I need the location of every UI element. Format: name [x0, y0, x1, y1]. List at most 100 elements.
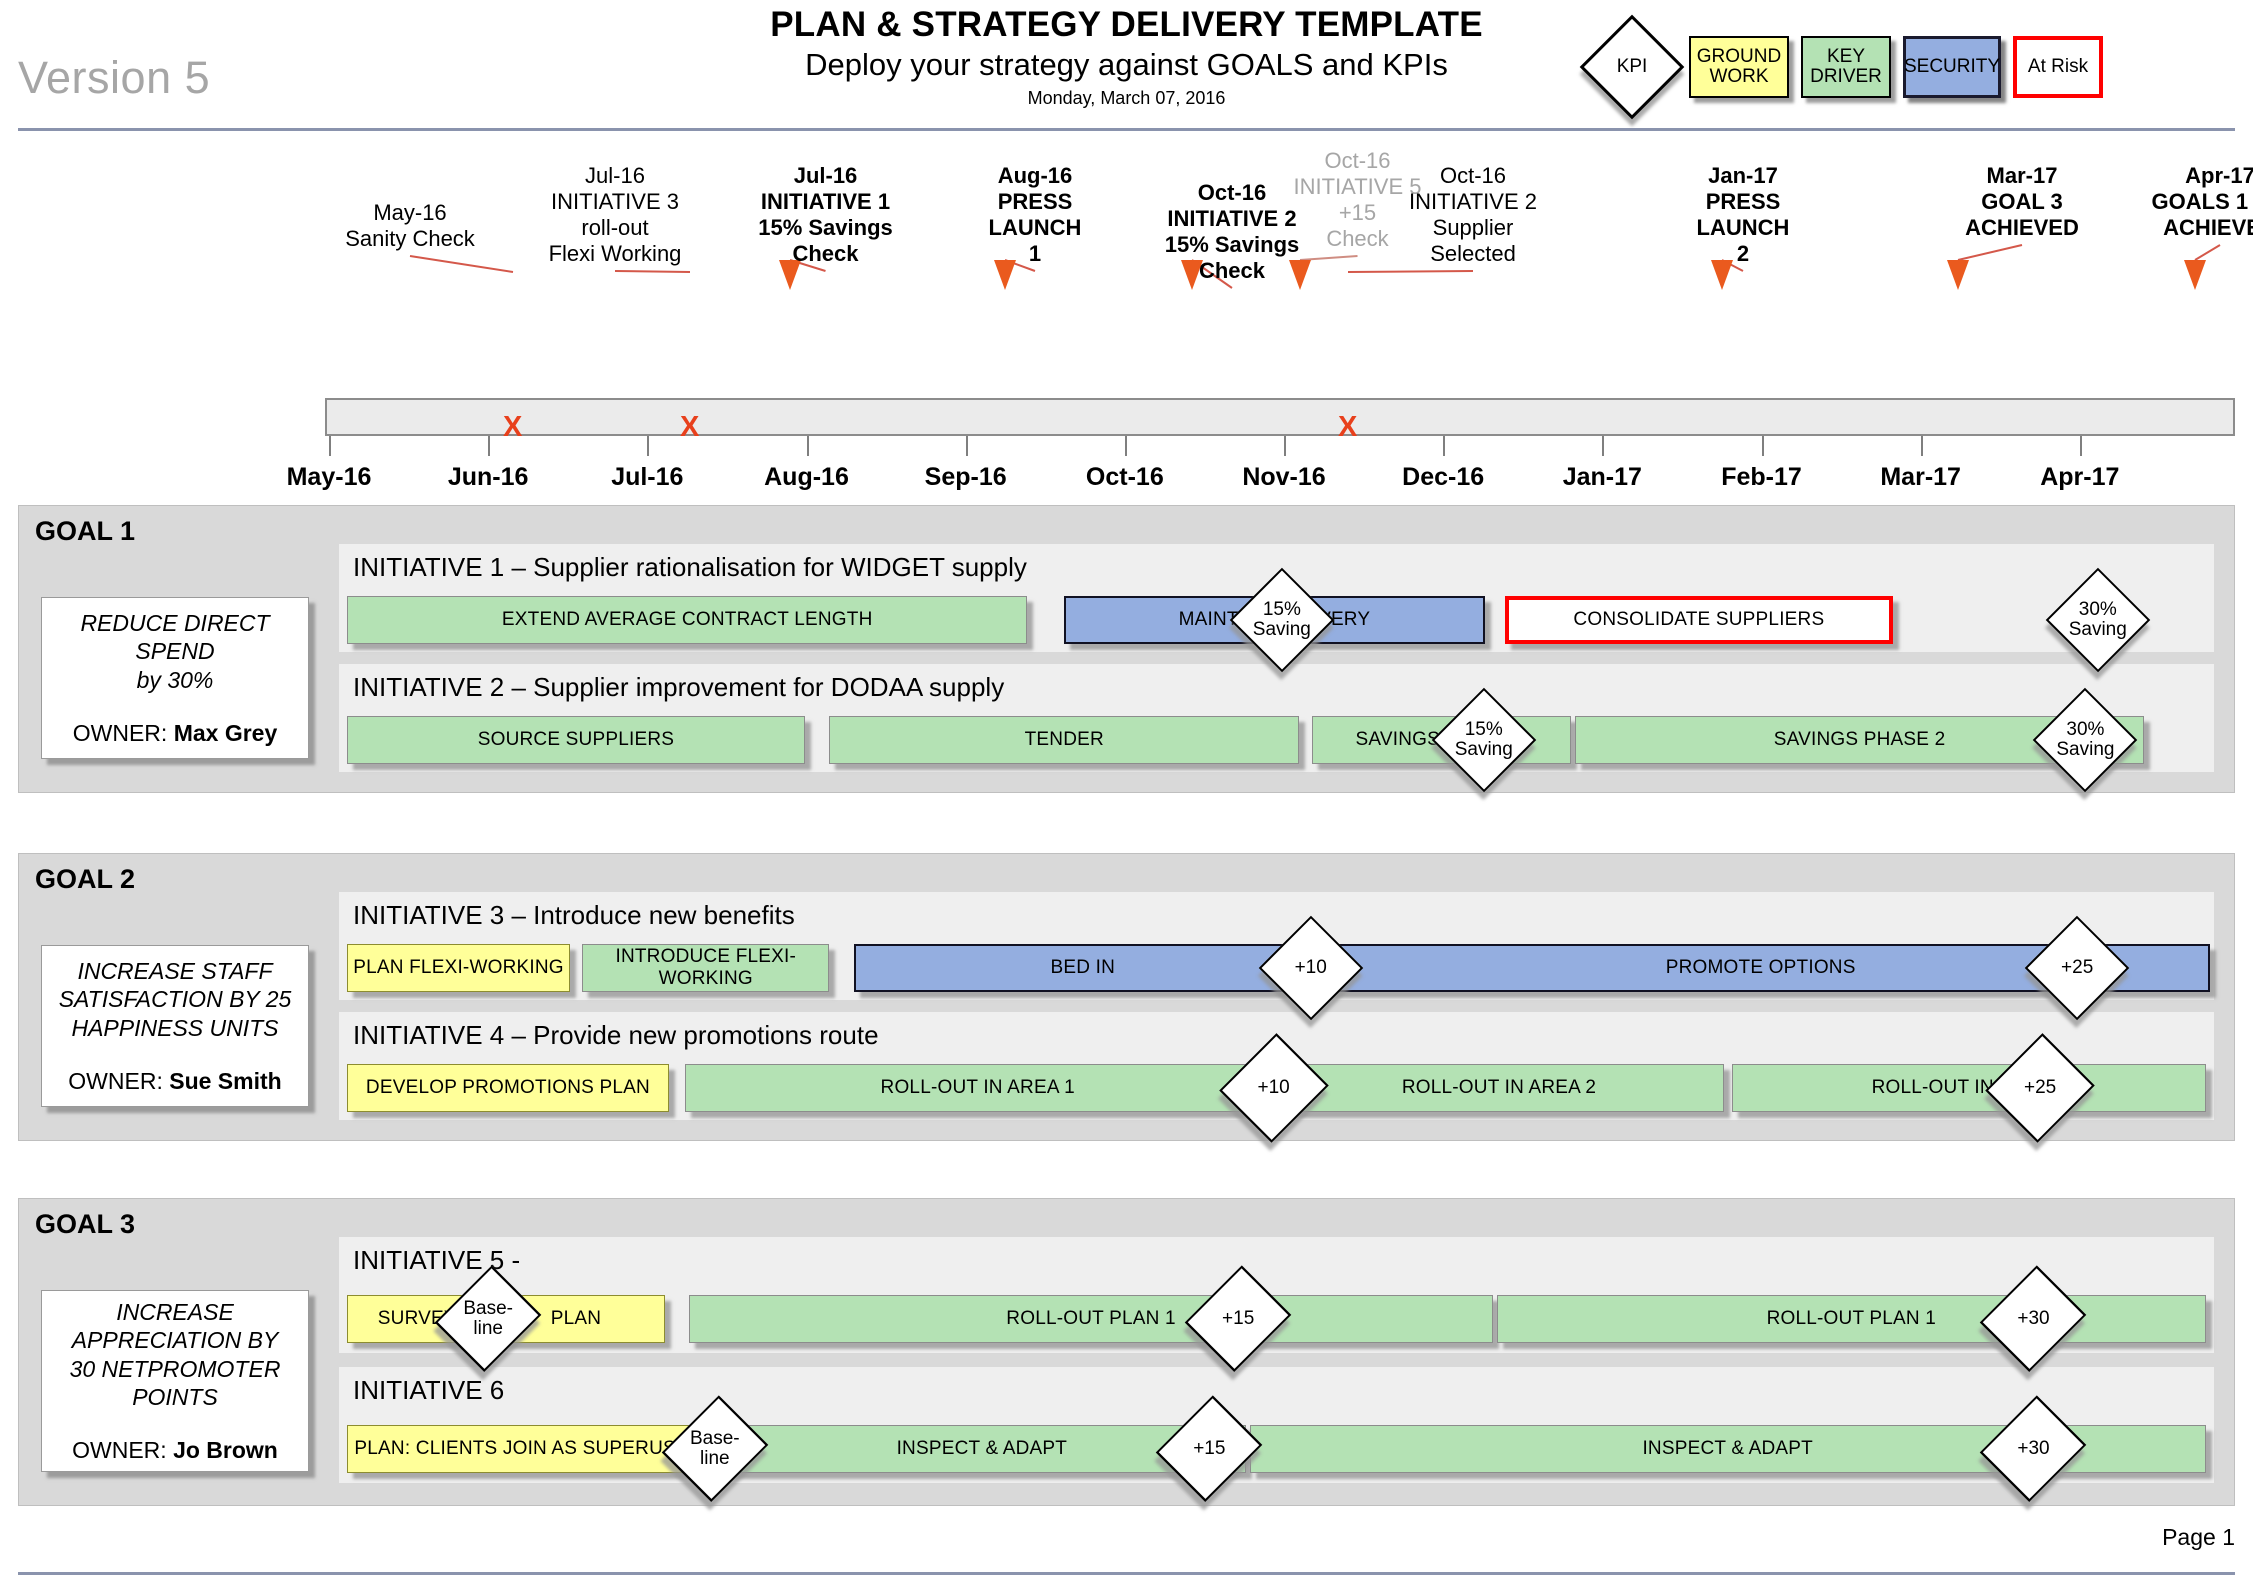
kpi-diamond-label: Base-line [689, 1427, 740, 1469]
kpi-diamond-label: +25 [2023, 1076, 2057, 1098]
timeline-month-label: Jul-16 [611, 463, 684, 491]
timeline-bar [325, 398, 2235, 436]
goal-owner-label: OWNER: [72, 719, 174, 746]
kpi-diamond-marker[interactable]: 30% Saving [2045, 567, 2151, 673]
goal-owner-label: OWNER: [68, 1067, 170, 1094]
initiative-bar[interactable]: PLAN FLEXI-WORKING [347, 944, 570, 992]
kpi-diamond-label: Base-line [463, 1297, 513, 1339]
initiative-bar[interactable]: ROLL-OUT PLAN 1 [689, 1295, 1493, 1343]
initiative-bar[interactable]: ROLL-OUT IN AREA 2 [1274, 1064, 1724, 1112]
initiative-bar-label: PLAN: CLIENTS JOIN AS SUPERUSER [354, 1438, 703, 1459]
kpi-diamond-marker[interactable]: 30% Saving [2033, 687, 2138, 793]
kpi-diamond-marker[interactable]: 15% Saving [1431, 687, 1537, 793]
timeline-milestone-note: Apr-17GOALS 1 & 2ACHIEVED [2151, 163, 2253, 240]
initiative-bar[interactable]: DEVELOP PROMOTIONS PLAN [347, 1064, 669, 1112]
initiative-bar-label: PROMOTE OPTIONS [1665, 957, 1856, 978]
timeline-tick [329, 436, 331, 456]
goal-owner: OWNER: Jo Brown [72, 1437, 278, 1464]
kpi-diamond-label: 15% Saving [1454, 718, 1513, 760]
goal-owner-name: Max Grey [173, 719, 278, 746]
initiative-bar-label: PLAN [550, 1308, 602, 1329]
timeline-tick [1920, 436, 1923, 456]
kpi-diamond-label: 30% Saving [2068, 598, 2127, 640]
initiative-bar[interactable]: SOURCE SUPPLIERS [347, 716, 805, 764]
initiative-bar[interactable]: EXTEND AVERAGE CONTRACT LENGTH [347, 596, 1028, 644]
timeline-milestone-note: Mar-17 GOAL 3 ACHIEVED [1965, 163, 2079, 240]
kpi-diamond-marker[interactable]: +25 [1985, 1032, 2095, 1144]
legend-label: At Risk [2027, 56, 2089, 78]
kpi-diamond-label: +15 [1193, 1437, 1226, 1459]
kpi-diamond-marker[interactable]: +15 [1184, 1263, 1292, 1375]
initiative-title: INITIATIVE 4 – Provide new promotions ro… [353, 1020, 879, 1050]
initiative-bar-track: SOURCE SUPPLIERSTENDERSAVINGS PHASE 1SAV… [339, 687, 2214, 793]
header-divider [18, 128, 2235, 131]
initiative-bar-track: EXTEND AVERAGE CONTRACT LENGTHMAINTAIN D… [339, 567, 2214, 673]
legend-item-at-risk: At Risk [2013, 36, 2103, 98]
kpi-diamond-label: 30% Saving [2056, 718, 2115, 760]
goal-summary-card: INCREASE APPRECIATION BY 30 NETPROMOTER POI… [41, 1290, 309, 1472]
goal-block-2: GOAL 2 INCREASE STAFF SATISFACTION BY 25 HA… [18, 853, 2235, 1143]
initiative-bar[interactable]: INTRODUCE FLEXI-WORKING [582, 944, 830, 992]
kpi-diamond-marker[interactable]: Base-line [434, 1263, 542, 1375]
initiative-bar-label: SAVINGS PHASE 2 [1773, 729, 1946, 750]
initiative-bar-label: INSPECT & ADAPT [1642, 1438, 1813, 1459]
initiative-bar[interactable]: BED IN [854, 944, 1312, 992]
version-label: Version 5 [18, 52, 211, 103]
initiative-bar-label: DEVELOP PROMOTIONS PLAN [365, 1077, 650, 1098]
initiative-bar-track: SURVEY PLAN ROLL-OUT PLAN 1 ROLL-OUT PLAN 1… [339, 1265, 2214, 1373]
initiative-bar-track: PLAN FLEXI-WORKING INTRODUCE FLEXI-WORKIN… [339, 915, 2214, 1021]
kpi-diamond-marker[interactable]: +30 [1979, 1393, 2088, 1505]
initiative-lane: INITIATIVE 3 – Introduce new benefits PLA… [339, 892, 2214, 1021]
legend-item-ground-work: GROUND WORK [1689, 36, 1789, 98]
kpi-diamond-label: +30 [2017, 1437, 2050, 1459]
initiative-lane: INITIATIVE 4 – Provide new promotions ro… [339, 1012, 2214, 1143]
initiative-lane: INITIATIVE 5 - SURVEY PLAN ROLL-OUT PLAN 1R… [339, 1237, 2214, 1373]
timeline-month-label: Sep-16 [924, 463, 1007, 491]
initiative-bar-label: PLAN FLEXI-WORKING [353, 957, 564, 978]
timeline-cross-marker: X [1338, 411, 1358, 443]
kpi-diamond-marker[interactable]: +10 [1258, 915, 1363, 1021]
goal-description: INCREASE APPRECIATION BY 30 NETPROMOTER POI… [69, 1299, 281, 1410]
kpi-diamond-marker[interactable]: +25 [2024, 915, 2130, 1021]
initiative-bar[interactable]: CONSOLIDATE SUPPLIERS [1505, 596, 1893, 644]
kpi-diamond-marker[interactable]: Base-line [661, 1393, 769, 1505]
timeline-tick [2079, 436, 2082, 456]
kpi-diamond-label: +30 [2017, 1307, 2050, 1329]
timeline-milestone-note: Jul-16 INITIATIVE 3 roll-out Flexi Working [548, 163, 682, 266]
initiative-bar-track: PLAN: CLIENTS JOIN AS SUPERUSER INSPECT &… [339, 1395, 2214, 1503]
initiative-bar[interactable]: ROLL-OUT IN AREA 3 [1731, 1064, 2206, 1112]
initiative-bar[interactable]: ROLL-OUT IN AREA 1 [685, 1064, 1271, 1112]
initiative-bar[interactable]: TENDER [829, 716, 1300, 764]
initiative-bar[interactable]: PLAN: CLIENTS JOIN AS SUPERUSER [347, 1425, 710, 1473]
kpi-diamond-marker[interactable]: +30 [1979, 1263, 2088, 1375]
timeline-tick [806, 436, 809, 456]
goal-owner-label: OWNER: [72, 1436, 174, 1463]
initiative-lane: INITIATIVE 1 – Supplier rationalisation … [339, 544, 2214, 673]
goal-summary-card: INCREASE STAFF SATISFACTION BY 25 HAPPINES… [41, 945, 309, 1107]
initiative-bar-label: EXTEND AVERAGE CONTRACT LENGTH [501, 609, 873, 630]
timeline-arrow-marker [1947, 260, 1969, 290]
initiative-title: INITIATIVE 1 – Supplier rationalisation … [353, 552, 1027, 582]
initiative-bar-label: ROLL-OUT IN AREA 2 [1401, 1077, 1597, 1098]
timeline-month-label: Apr-17 [2040, 463, 2120, 491]
initiative-bar-label: INTRODUCE FLEXI-WORKING [615, 946, 797, 989]
initiative-bar[interactable]: ROLL-OUT PLAN 1 [1496, 1295, 2206, 1343]
kpi-diamond-marker[interactable]: +10 [1218, 1032, 1329, 1144]
timeline-month-label: Feb-17 [1721, 463, 1802, 491]
legend-item-security: SECURITY [1903, 36, 2001, 98]
timeline-tick [1443, 436, 1446, 456]
initiative-bar-label: ROLL-OUT PLAN 1 [1766, 1308, 1937, 1329]
goal-block-3: GOAL 3 INCREASE APPRECIATION BY 30 NETPROMO… [18, 1198, 2235, 1506]
initiative-lane: INITIATIVE 2 – Supplier improvement for … [339, 664, 2214, 793]
legend: KPI GROUND WORK KEY DRIVER SECURITY At R… [1579, 14, 2103, 120]
timeline-milestone-note: May-16 Sanity Check [345, 200, 475, 251]
page-number: Page 1 [2162, 1524, 2235, 1550]
timeline-milestone-note: Oct-16 INITIATIVE 2 Supplier Selected [1409, 163, 1537, 266]
kpi-diamond-marker[interactable]: 15% Saving [1229, 567, 1335, 673]
kpi-label: KPI [1616, 56, 1648, 77]
timeline-month-label: Oct-16 [1085, 463, 1164, 491]
goal-owner: OWNER: Max Grey [73, 720, 278, 747]
timeline: May-16 Jun-16 Jul-16 Aug-16 Sep-16 Oct-16 Nov-… [0, 138, 2253, 491]
kpi-diamond-marker[interactable]: +15 [1155, 1393, 1263, 1505]
timeline-cross-marker: X [503, 411, 523, 443]
